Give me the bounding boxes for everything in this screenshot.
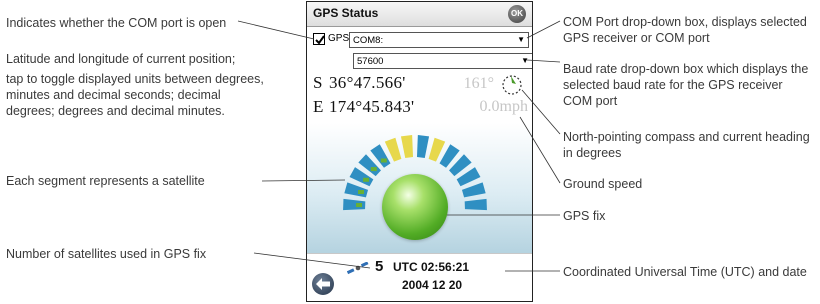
annotation-satellite-segment: Each segment represents a satellite bbox=[6, 174, 205, 188]
satellite-icon bbox=[347, 262, 369, 275]
utc-time: UTC 02:56:21 bbox=[393, 260, 470, 274]
back-button[interactable] bbox=[312, 273, 334, 295]
utc-date: 2004 12 20 bbox=[402, 278, 463, 292]
satellite-segment bbox=[461, 182, 486, 198]
annotation-compass: North-pointing compass and current headi… bbox=[563, 130, 810, 160]
signal-strength-bar bbox=[370, 167, 377, 172]
annotation-baud-dropdown: Baud rate drop-down box which displays t… bbox=[563, 62, 809, 108]
page-title: GPS Status bbox=[313, 6, 379, 20]
satellite-segment bbox=[400, 135, 414, 158]
title-bar: GPS Status OK bbox=[307, 2, 532, 27]
longitude-hemisphere: E bbox=[313, 97, 324, 116]
gps-status-screen: GPS Status OK GPS COM8: ▼ 57600 ▼ S 36°4… bbox=[306, 1, 533, 302]
latitude-row[interactable]: S 36°47.566' bbox=[313, 73, 531, 93]
gps-checkbox[interactable] bbox=[313, 33, 325, 45]
annotation-utc: Coordinated Universal Time (UTC) and dat… bbox=[563, 265, 807, 279]
checkmark-icon bbox=[315, 35, 325, 45]
latitude-hemisphere: S bbox=[313, 73, 323, 92]
annotation-gps-fix: GPS fix bbox=[563, 209, 606, 223]
annotation-ground-speed: Ground speed bbox=[563, 177, 643, 191]
com-port-value: COM8: bbox=[353, 35, 384, 46]
latitude-value: 36°47.566' bbox=[329, 73, 406, 92]
signal-strength-bar bbox=[363, 177, 370, 182]
annotation-com-open: Indicates whether the COM port is open bbox=[6, 16, 227, 30]
arrow-left-icon bbox=[316, 278, 330, 290]
baud-rate-select[interactable]: 57600 ▼ bbox=[353, 53, 532, 69]
compass-icon[interactable] bbox=[501, 74, 523, 96]
satellite-segment bbox=[344, 182, 369, 198]
satellite-signal-panel bbox=[307, 123, 532, 253]
ok-button[interactable]: OK bbox=[508, 5, 526, 23]
gps-fix-indicator bbox=[382, 174, 448, 240]
annotation-lat-lon: Latitude and longitude of current positi… bbox=[6, 52, 236, 66]
satellites-used-count: 5 bbox=[375, 258, 384, 275]
chevron-down-icon: ▼ bbox=[517, 35, 525, 44]
signal-strength-bar bbox=[356, 203, 363, 208]
heading-value: 161° bbox=[463, 75, 494, 92]
com-port-row: GPS COM8: ▼ 57600 ▼ bbox=[311, 31, 532, 69]
satellite-segment bbox=[464, 198, 487, 211]
gps-checkbox-label: GPS bbox=[328, 33, 350, 44]
signal-strength-bar bbox=[358, 189, 365, 194]
status-bar: 5 UTC 02:56:21 2004 12 20 bbox=[307, 253, 532, 301]
annotation-satellites-used: Number of satellites used in GPS fix bbox=[6, 247, 207, 261]
annotation-com-dropdown: COM Port drop-down box, displays selecte… bbox=[563, 15, 807, 45]
longitude-value: 174°45.843' bbox=[329, 97, 415, 116]
ground-speed-value: 0.0mph bbox=[479, 98, 528, 115]
annotation-toggle-units: tap to toggle displayed units between de… bbox=[6, 72, 264, 118]
baud-rate-value: 57600 bbox=[357, 56, 384, 67]
satellite-segment bbox=[416, 135, 430, 158]
chevron-down-icon: ▼ bbox=[521, 56, 529, 65]
signal-strength-bar bbox=[380, 158, 387, 163]
com-port-select[interactable]: COM8: ▼ bbox=[349, 32, 529, 48]
